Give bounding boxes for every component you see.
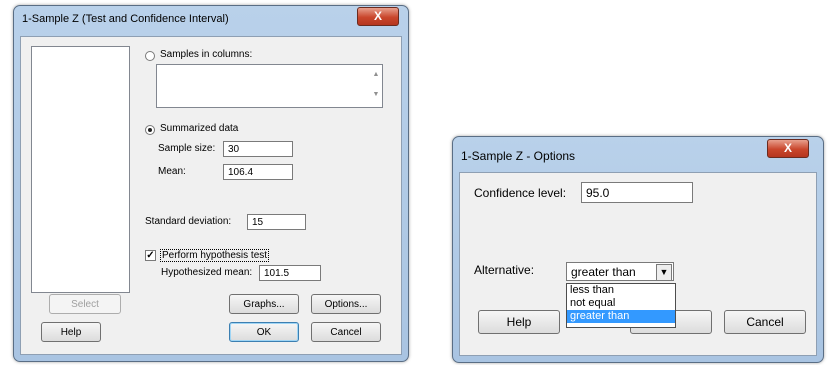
summarized-data-label: Summarized data — [160, 123, 239, 134]
option-less-than[interactable]: less than — [567, 284, 675, 297]
options-client-area: Confidence level: 95.0 Alternative: grea… — [459, 172, 817, 356]
options-cancel-button[interactable]: Cancel — [724, 310, 806, 334]
close-icon: X — [783, 141, 792, 155]
mean-field[interactable]: 106.4 — [223, 164, 293, 180]
samples-columns-box[interactable]: ▲ ▼ — [156, 64, 383, 108]
scroll-up-icon[interactable]: ▲ — [371, 71, 381, 78]
chevron-down-icon[interactable]: ▼ — [656, 264, 672, 281]
confidence-level-field[interactable]: 95.0 — [581, 182, 693, 203]
sample-size-label: Sample size: — [158, 143, 216, 154]
options-titlebar[interactable]: 1-Sample Z - Options X — [453, 137, 823, 167]
summarized-data-radio[interactable] — [145, 125, 155, 135]
help-button[interactable]: Help — [41, 322, 101, 342]
alternative-select[interactable]: greater than ▼ — [566, 262, 674, 281]
option-greater-than[interactable]: greater than — [567, 310, 675, 323]
options-button[interactable]: Options... — [311, 294, 381, 314]
options-dialog: 1-Sample Z - Options X Confidence level:… — [452, 136, 824, 363]
alternative-label: Alternative: — [474, 263, 535, 277]
hypothesized-mean-field[interactable]: 101.5 — [259, 265, 321, 281]
alternative-dropdown-list[interactable]: less than not equal greater than — [566, 283, 676, 328]
option-not-equal[interactable]: not equal — [567, 297, 675, 310]
sample-z-client-area: Samples in columns: ▲ ▼ Summarized data … — [20, 36, 402, 355]
alternative-selected-value: greater than — [571, 265, 636, 279]
close-icon: X — [373, 9, 382, 23]
dialog-title: 1-Sample Z (Test and Confidence Interval… — [22, 13, 229, 25]
options-dialog-title: 1-Sample Z - Options — [461, 149, 576, 163]
sample-z-titlebar[interactable]: 1-Sample Z (Test and Confidence Interval… — [14, 6, 408, 36]
graphs-button[interactable]: Graphs... — [229, 294, 299, 314]
select-button[interactable]: Select — [49, 294, 121, 314]
sample-size-field[interactable]: 30 — [223, 141, 293, 157]
variables-listbox[interactable] — [31, 46, 130, 293]
confidence-level-label: Confidence level: — [474, 186, 567, 200]
std-deviation-field[interactable]: 15 — [247, 214, 306, 230]
check-icon: ✓ — [146, 250, 155, 261]
options-close-button[interactable]: X — [767, 139, 809, 158]
sample-z-dialog: 1-Sample Z (Test and Confidence Interval… — [13, 5, 409, 362]
std-deviation-label: Standard deviation: — [145, 216, 232, 227]
cancel-button[interactable]: Cancel — [311, 322, 381, 342]
samples-in-columns-radio[interactable] — [145, 51, 155, 61]
hypothesized-mean-label: Hypothesized mean: — [161, 267, 253, 278]
mean-label: Mean: — [158, 166, 186, 177]
close-button[interactable]: X — [357, 7, 399, 26]
scroll-down-icon[interactable]: ▼ — [371, 91, 381, 98]
ok-button[interactable]: OK — [229, 322, 299, 342]
perform-test-checkbox[interactable]: ✓ — [145, 250, 156, 261]
samples-in-columns-label: Samples in columns: — [160, 49, 253, 60]
options-help-button[interactable]: Help — [478, 310, 560, 334]
perform-test-label: Perform hypothesis test — [160, 249, 270, 262]
